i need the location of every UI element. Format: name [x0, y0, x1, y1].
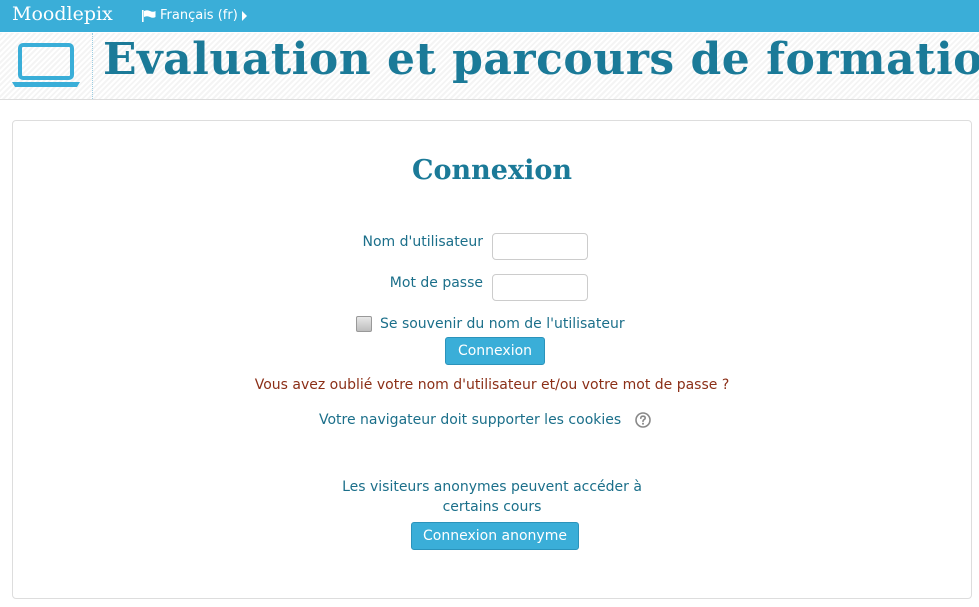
caret-right-icon	[241, 10, 247, 21]
cookies-notice: Votre navigateur doit supporter les cook…	[319, 412, 651, 428]
remember-username[interactable]: Se souvenir du nom de l'utilisateur	[356, 316, 625, 332]
guest-info: Les visiteurs anonymes peuvent accéder à…	[0, 477, 979, 517]
guest-login-button[interactable]: Connexion anonyme	[411, 522, 579, 550]
laptop-icon	[12, 43, 80, 87]
remember-checkbox[interactable]	[356, 316, 372, 332]
cookies-text: Votre navigateur doit supporter les cook…	[319, 412, 622, 428]
login-button[interactable]: Connexion	[445, 337, 545, 365]
page-header: Evaluation et parcours de formation	[0, 33, 979, 100]
header-icon-box	[0, 33, 93, 99]
guest-info-line2: certains cours	[442, 499, 542, 515]
language-label: Français (fr)	[160, 8, 238, 23]
question-circle-icon[interactable]	[635, 412, 651, 428]
forgot-password-link[interactable]: Vous avez oublié votre nom d'utilisateur…	[0, 377, 979, 393]
login-title: Connexion	[412, 155, 572, 186]
password-label: Mot de passe	[389, 275, 483, 291]
username-label: Nom d'utilisateur	[362, 234, 484, 250]
site-title: Evaluation et parcours de formation	[103, 34, 979, 85]
language-menu[interactable]: Français (fr)	[142, 8, 248, 23]
navbar: Moodlepix Français (fr)	[0, 0, 979, 32]
password-input[interactable]	[492, 274, 588, 301]
site-brand[interactable]: Moodlepix	[12, 3, 113, 25]
username-input[interactable]	[492, 233, 588, 260]
flag-icon	[142, 9, 156, 22]
remember-label: Se souvenir du nom de l'utilisateur	[380, 316, 625, 332]
guest-info-line1: Les visiteurs anonymes peuvent accéder à	[342, 479, 642, 495]
